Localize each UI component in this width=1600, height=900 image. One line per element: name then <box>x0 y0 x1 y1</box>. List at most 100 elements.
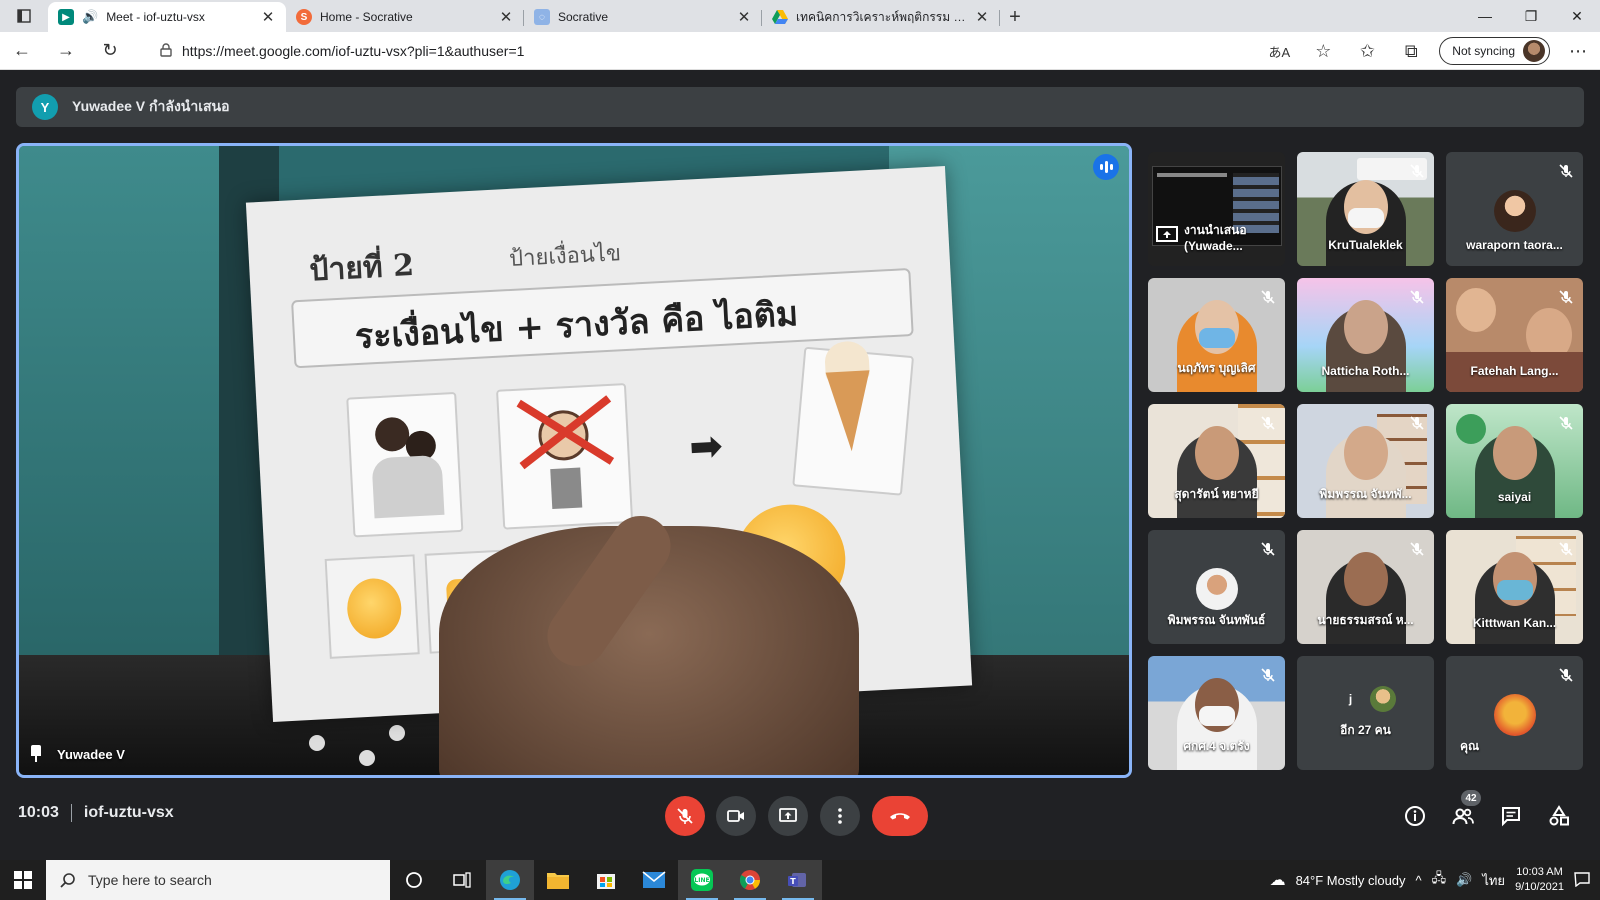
file-explorer-icon[interactable] <box>534 860 582 900</box>
network-icon[interactable]: 🖧 <box>1432 869 1447 891</box>
favorites-icon[interactable]: ✩ <box>1345 32 1389 70</box>
google-drive-icon <box>772 9 788 25</box>
mic-off-icon <box>1408 414 1426 432</box>
participant-tile[interactable]: พิมพรรณ จันทพันธ์ <box>1148 530 1285 644</box>
participant-tile[interactable]: งานนำเสนอ (Yuwade... <box>1148 152 1285 266</box>
participant-tile[interactable]: KruTualeklek <box>1297 152 1434 266</box>
tab-google-drive[interactable]: เทคนิคการวิเคราะห์พฤติกรรม - Goog ✕ <box>762 2 1000 32</box>
system-clock[interactable]: 10:03 AM 9/10/2021 <box>1515 865 1564 895</box>
participant-name: งานนำเสนอ (Yuwade... <box>1184 223 1247 253</box>
cortana-icon[interactable] <box>390 860 438 900</box>
more-vert-icon <box>838 808 842 824</box>
chat-button[interactable] <box>1495 800 1527 832</box>
participants-button[interactable]: 42 <box>1447 790 1481 832</box>
add-favorite-icon[interactable]: ☆ <box>1301 32 1345 70</box>
camera-toggle-button[interactable] <box>716 796 756 836</box>
taskbar-search-placeholder: Type here to search <box>88 872 212 888</box>
profile-sync-button[interactable]: Not syncing <box>1439 37 1550 65</box>
mic-toggle-button[interactable] <box>665 796 705 836</box>
browser-toolbar: ← → ↻ https://meet.google.com/iof-uztu-v… <box>0 32 1600 70</box>
tab-close-icon[interactable]: ✕ <box>260 8 276 26</box>
minimize-button[interactable]: — <box>1462 0 1508 32</box>
tab-title: Socrative <box>558 10 609 24</box>
browser-tab-bar: ▶ 🔊 Meet - iof-uztu-vsx ✕ S Home - Socra… <box>0 0 1600 32</box>
lock-icon[interactable] <box>160 42 172 60</box>
tab-close-icon[interactable]: ✕ <box>498 8 514 26</box>
presenter-avatar: Y <box>32 94 58 120</box>
participant-tile[interactable]: ศกศ.4 จ.ตรัง <box>1148 656 1285 770</box>
participant-name: พิมพรรณ จันทพั... <box>1319 487 1412 501</box>
tab-close-icon[interactable]: ✕ <box>974 8 990 26</box>
tab-close-icon[interactable]: ✕ <box>736 8 752 26</box>
close-window-button[interactable]: ✕ <box>1554 0 1600 32</box>
collections-icon[interactable]: ⧉ <box>1389 32 1433 70</box>
address-bar[interactable]: https://meet.google.com/iof-uztu-vsx?pli… <box>148 36 1238 66</box>
tab-actions-icon[interactable] <box>0 0 48 32</box>
end-call-icon <box>890 813 910 820</box>
weather-text[interactable]: 84°F Mostly cloudy <box>1296 873 1406 888</box>
more-menu-icon[interactable]: ⋯ <box>1556 32 1600 70</box>
activities-button[interactable] <box>1543 800 1575 832</box>
tab-home-socrative[interactable]: S Home - Socrative ✕ <box>286 2 524 32</box>
more-participants-label: อีก 27 คน <box>1340 723 1391 737</box>
participant-tile[interactable]: waraporn taora... <box>1446 152 1583 266</box>
tab-title: Meet - iof-uztu-vsx <box>106 10 205 24</box>
start-button[interactable] <box>0 860 46 900</box>
mic-off-icon <box>1408 288 1426 306</box>
notifications-icon[interactable] <box>1574 871 1590 890</box>
chrome-icon[interactable] <box>726 860 774 900</box>
mic-off-icon <box>1557 162 1575 180</box>
participant-name: นฤภัทร บุญเลิศ <box>1177 361 1256 375</box>
new-tab-button[interactable]: + <box>1000 2 1030 32</box>
windows-logo-icon <box>14 871 32 889</box>
participant-tile[interactable]: นายธรรมสรณ์ ห... <box>1297 530 1434 644</box>
more-options-button[interactable] <box>820 796 860 836</box>
url-text[interactable]: https://meet.google.com/iof-uztu-vsx?pli… <box>182 43 524 59</box>
line-app-icon[interactable]: LINE <box>678 860 726 900</box>
restore-button[interactable]: ❐ <box>1508 0 1554 32</box>
leave-call-button[interactable] <box>872 796 928 836</box>
participant-tile[interactable]: Fatehah Lang... <box>1446 278 1583 392</box>
forward-button[interactable]: → <box>44 32 88 70</box>
more-participants-tile[interactable]: j อีก 27 คน <box>1297 656 1434 770</box>
teams-icon[interactable]: T <box>774 860 822 900</box>
microsoft-store-icon[interactable] <box>582 860 630 900</box>
taskbar-search-box[interactable]: Type here to search <box>46 860 390 900</box>
tab-socrative[interactable]: ◌ Socrative ✕ <box>524 2 762 32</box>
mic-off-icon <box>1259 540 1277 558</box>
speaker-icon[interactable]: 🔊 <box>82 9 98 25</box>
tab-meet[interactable]: ▶ 🔊 Meet - iof-uztu-vsx ✕ <box>48 2 286 32</box>
participant-tile[interactable]: Kitttwan Kan... <box>1446 530 1583 644</box>
mic-off-icon <box>1408 162 1426 180</box>
participant-tile-self[interactable]: คุณ <box>1446 656 1583 770</box>
participant-tile[interactable]: นฤภัทร บุญเลิศ <box>1148 278 1285 392</box>
reload-button[interactable]: ↻ <box>88 32 132 70</box>
chevron-up-icon[interactable]: ^ <box>1416 873 1422 888</box>
back-button[interactable]: ← <box>0 32 44 70</box>
participant-name: Kitttwan Kan... <box>1472 616 1557 630</box>
task-view-icon[interactable] <box>438 860 486 900</box>
tab-title: Home - Socrative <box>320 10 413 24</box>
weather-icon[interactable]: ☁ <box>1270 870 1286 890</box>
volume-icon[interactable]: 🔊 <box>1456 872 1472 888</box>
main-speaker-video[interactable]: ป้ายที่ 2 ป้ายเงื่อนไข ระเงื่อนไข + รางว… <box>16 143 1132 778</box>
translate-icon[interactable]: あA <box>1257 32 1301 70</box>
toolbar-right: あA ☆ ✩ ⧉ Not syncing ⋯ <box>1257 32 1600 70</box>
mail-icon[interactable] <box>630 860 678 900</box>
participant-name: พิมพรรณ จันทพันธ์ <box>1167 613 1266 627</box>
search-icon <box>60 873 75 888</box>
input-language[interactable]: ไทย <box>1482 870 1505 891</box>
participant-name: waraporn taora... <box>1466 238 1563 252</box>
window-controls: — ❐ ✕ <box>1462 0 1600 32</box>
participant-name: สุดารัตน์ หยาหยี <box>1174 487 1259 501</box>
participant-tile[interactable]: พิมพรรณ จันทพั... <box>1297 404 1434 518</box>
pin-icon[interactable] <box>29 745 43 763</box>
participant-initial: j <box>1337 686 1364 712</box>
meeting-info-button[interactable] <box>1399 800 1431 832</box>
participant-tile[interactable]: สุดารัตน์ หยาหยี <box>1148 404 1285 518</box>
video-scene: ป้ายที่ 2 ป้ายเงื่อนไข ระเงื่อนไข + รางว… <box>19 146 1129 775</box>
participant-tile[interactable]: saiyai <box>1446 404 1583 518</box>
present-now-button[interactable] <box>768 796 808 836</box>
participant-tile[interactable]: Natticha Roth... <box>1297 278 1434 392</box>
edge-browser-icon[interactable] <box>486 860 534 900</box>
